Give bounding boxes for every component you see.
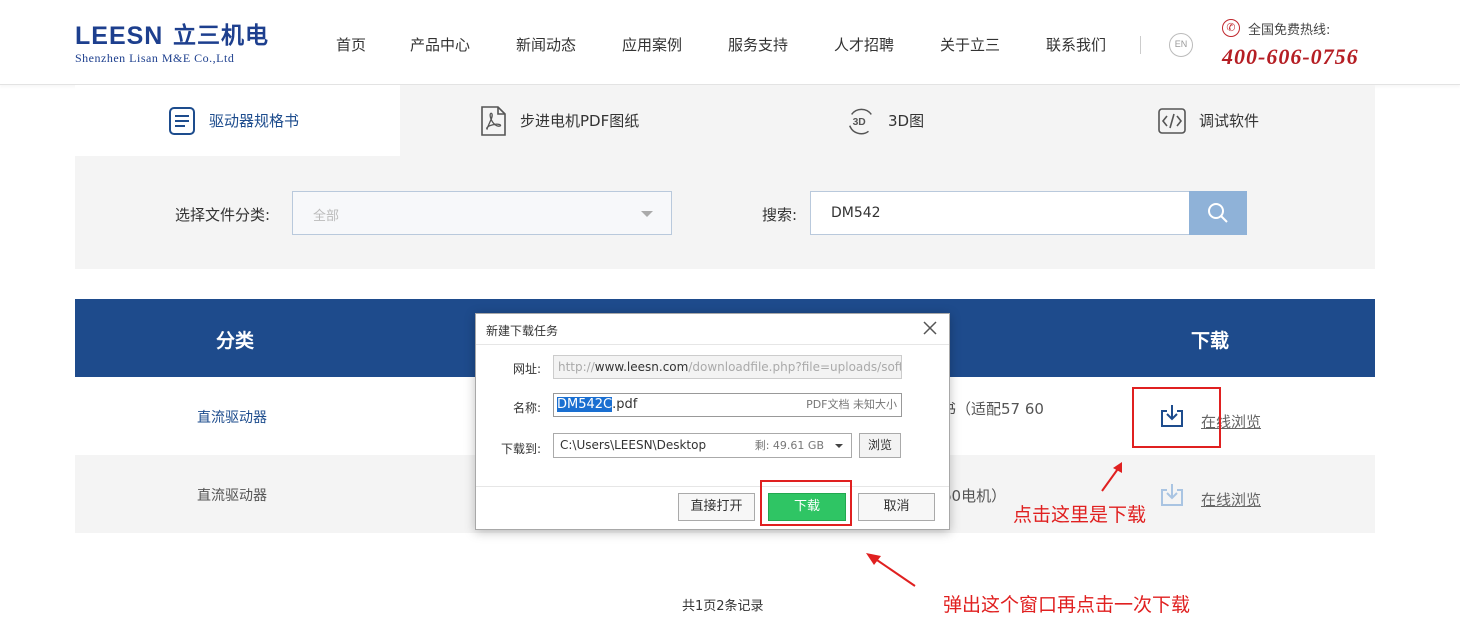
row-category: 直流驱动器 bbox=[197, 488, 267, 504]
url-prefix: http:// bbox=[558, 360, 595, 374]
row-description: 书（适配57 60 bbox=[941, 400, 1044, 418]
search-input-value: DM542 bbox=[831, 205, 881, 221]
site-header: LEESN 立三机电 Shenzhen Lisan M&E Co.,Ltd 首页… bbox=[0, 0, 1460, 85]
name-label: 名称: bbox=[512, 401, 541, 415]
nav-home[interactable]: 首页 bbox=[336, 32, 366, 58]
logo-chinese-name: 立三机电 bbox=[173, 23, 269, 49]
tab-debug-software[interactable]: 调试软件 bbox=[1157, 85, 1259, 156]
document-list-icon bbox=[167, 106, 197, 136]
dialog-footer-divider bbox=[476, 486, 949, 487]
download-icon[interactable] bbox=[1159, 482, 1185, 508]
nav-news[interactable]: 新闻动态 bbox=[516, 32, 576, 58]
search-input[interactable]: DM542 bbox=[810, 191, 1190, 235]
chevron-down-icon bbox=[835, 444, 843, 448]
url-label: 网址: bbox=[512, 362, 541, 376]
nav-contact[interactable]: 联系我们 bbox=[1046, 32, 1106, 58]
filter-panel: 选择文件分类: 全部 搜索: DM542 bbox=[75, 156, 1375, 269]
language-switch-en[interactable]: EN bbox=[1169, 33, 1193, 57]
tab-driver-spec[interactable]: 驱动器规格书 bbox=[75, 85, 400, 156]
save-path-dropdown[interactable] bbox=[828, 433, 852, 458]
filename-input[interactable]: DM542C.pdf PDF文档 未知大小 bbox=[553, 393, 902, 417]
url-field[interactable]: http://www.leesn.com/downloadfile.php?fi… bbox=[553, 355, 902, 379]
tab-label: 3D图 bbox=[888, 112, 925, 130]
arrow-icon bbox=[1101, 462, 1122, 492]
logo-mark: LEESN bbox=[75, 22, 164, 50]
filename-extension: .pdf bbox=[612, 397, 638, 412]
dialog-title: 新建下载任务 bbox=[486, 324, 559, 338]
save-path-select[interactable]: C:\Users\LEESN\Desktop 剩: 49.61 GB bbox=[553, 433, 829, 458]
url-host: www.leesn.com bbox=[594, 360, 689, 374]
nav-divider bbox=[1140, 36, 1141, 54]
code-icon bbox=[1157, 106, 1187, 136]
tab-label: 调试软件 bbox=[1199, 112, 1260, 130]
nav-products[interactable]: 产品中心 bbox=[410, 32, 470, 58]
3d-rotate-icon: 3D bbox=[846, 106, 876, 136]
tab-3d-drawings[interactable]: 3D 3D图 bbox=[846, 85, 924, 156]
category-label: 选择文件分类: bbox=[175, 206, 271, 224]
tab-label: 驱动器规格书 bbox=[209, 112, 300, 130]
row-category: 直流驱动器 bbox=[197, 410, 267, 426]
download-category-tabs: 驱动器规格书 步进电机PDF图纸 3D 3D图 调试软件 bbox=[75, 85, 1375, 156]
annotation-popup-note: 弹出这个窗口再点击一次下载 bbox=[943, 594, 1191, 616]
save-to-label: 下载到: bbox=[500, 442, 541, 456]
pdf-icon bbox=[478, 105, 508, 136]
arrow-icon bbox=[866, 553, 916, 587]
svg-text:3D: 3D bbox=[853, 116, 866, 127]
chevron-down-icon bbox=[641, 211, 653, 217]
logo[interactable]: LEESN 立三机电 Shenzhen Lisan M&E Co.,Ltd bbox=[75, 22, 280, 66]
pagination-summary: 共1页2条记录 bbox=[682, 599, 764, 614]
nav-cases[interactable]: 应用案例 bbox=[622, 32, 682, 58]
nav-careers[interactable]: 人才招聘 bbox=[834, 32, 894, 58]
free-space: 剩: 49.61 GB bbox=[754, 439, 824, 452]
hotline-number: 400-606-0756 bbox=[1222, 44, 1359, 69]
logo-english-name: Shenzhen Lisan M&E Co.,Ltd bbox=[75, 51, 235, 65]
row-description: 60电机） bbox=[942, 487, 1007, 505]
dialog-divider bbox=[476, 344, 949, 345]
open-directly-button[interactable]: 直接打开 bbox=[678, 493, 755, 521]
search-icon bbox=[1208, 203, 1228, 223]
url-path: /downloadfile.php?file=uploads/soft/ bbox=[688, 360, 902, 374]
search-label: 搜索: bbox=[762, 206, 798, 224]
browse-button[interactable]: 浏览 bbox=[859, 433, 901, 458]
nav-about[interactable]: 关于立三 bbox=[940, 32, 1000, 58]
view-online-link[interactable]: 在线浏览 bbox=[1201, 489, 1261, 510]
search-button[interactable] bbox=[1189, 191, 1247, 235]
nav-support[interactable]: 服务支持 bbox=[728, 32, 788, 58]
close-icon[interactable] bbox=[921, 319, 939, 337]
cancel-button[interactable]: 取消 bbox=[858, 493, 935, 521]
category-select-value: 全部 bbox=[313, 209, 340, 224]
tab-stepper-pdf[interactable]: 步进电机PDF图纸 bbox=[478, 85, 639, 156]
new-download-dialog: 新建下载任务 网址: http://www.leesn.com/download… bbox=[475, 313, 950, 530]
category-select[interactable]: 全部 bbox=[292, 191, 672, 235]
filename-selected-text: DM542C bbox=[557, 397, 613, 412]
phone-icon: ✆ bbox=[1222, 19, 1240, 37]
highlight-dialog-download bbox=[760, 480, 852, 526]
file-type-info: PDF文档 未知大小 bbox=[806, 398, 897, 411]
tab-label: 步进电机PDF图纸 bbox=[520, 112, 640, 130]
hotline-label: 全国免费热线: bbox=[1248, 23, 1331, 38]
save-path-value: C:\Users\LEESN\Desktop bbox=[560, 438, 707, 452]
header-download: 下载 bbox=[1191, 330, 1230, 352]
annotation-click-here: 点击这里是下载 bbox=[1013, 504, 1147, 526]
header-category: 分类 bbox=[216, 330, 255, 352]
highlight-download-icon bbox=[1132, 387, 1221, 448]
